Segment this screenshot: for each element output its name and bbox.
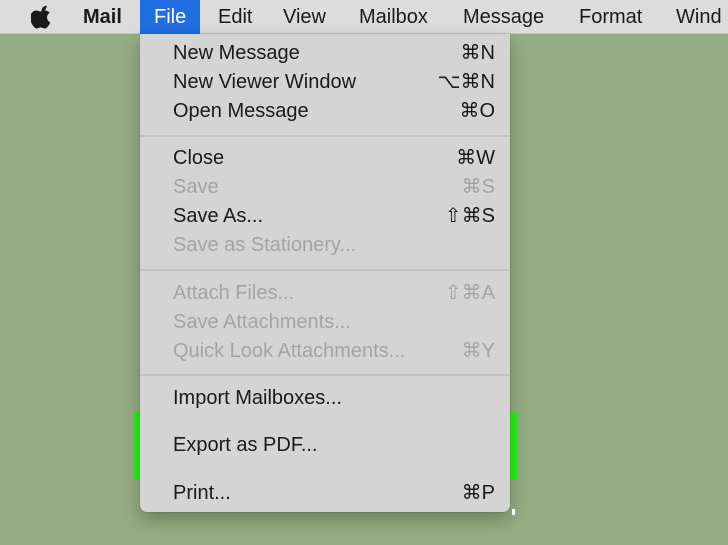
menu-format[interactable]: Format [579,0,642,34]
apple-logo-icon[interactable] [31,5,53,29]
screen: { "menubar": { "apple_icon": "apple-logo… [0,0,728,545]
menu-item-new-viewer-window[interactable]: New Viewer Window ⌥⌘N [140,68,510,97]
menu-message[interactable]: Message [463,0,544,34]
menu-mailbox[interactable]: Mailbox [359,0,428,34]
menu-window[interactable]: Wind [676,0,722,34]
menu-item-shortcut: ⇧⌘A [444,282,495,304]
menu-item-shortcut: ⌘P [461,482,495,504]
menu-item-label: Attach Files... [173,282,295,304]
menu-item-save-attachments: Save Attachments... [140,308,510,337]
menu-item-shortcut: ⌘N [460,42,495,64]
menu-item-attach-files: Attach Files... ⇧⌘A [140,279,510,308]
menu-item-new-message[interactable]: New Message ⌘N [140,39,510,68]
menu-separator [140,269,510,271]
menu-item-label: Save As... [173,205,264,227]
menu-item-shortcut: ⌘Y [461,340,495,362]
menu-bar: Mail File Edit View Mailbox Message Form… [0,0,728,34]
menu-item-label: Save [173,176,219,198]
menu-item-label: Import Mailboxes... [173,387,342,409]
menu-item-label: New Message [173,42,300,64]
menu-item-import-mailboxes[interactable]: Import Mailboxes... [140,384,510,413]
menu-item-close[interactable]: Close ⌘W [140,144,510,173]
menu-item-save: Save ⌘S [140,173,510,202]
menu-item-quick-look-attachments: Quick Look Attachments... ⌘Y [140,337,510,366]
menu-item-save-as[interactable]: Save As... ⇧⌘S [140,202,510,231]
menu-item-label: New Viewer Window [173,71,357,93]
background-mark [512,509,515,515]
menu-mail[interactable]: Mail [83,0,122,34]
menu-item-label: Close [173,147,225,169]
menu-item-shortcut: ⌘W [456,147,495,169]
menu-item-label: Open Message [173,100,309,122]
menu-item-label: Save as Stationery... [173,234,357,256]
menu-file[interactable]: File [140,0,201,34]
menu-item-label: Export as PDF... [173,434,318,456]
menu-item-save-as-stationery: Save as Stationery... [140,231,510,260]
menu-item-shortcut: ⌘S [461,176,495,198]
menu-item-export-as-pdf[interactable]: Export as PDF... [140,431,510,460]
menu-separator [140,374,510,376]
menu-item-label: Print... [173,482,231,504]
menu-item-label: Quick Look Attachments... [173,340,406,362]
menu-view[interactable]: View [283,0,326,34]
menu-separator [140,135,510,137]
menu-item-open-message[interactable]: Open Message ⌘O [140,97,510,126]
menu-item-shortcut: ⌥⌘N [437,71,496,93]
menu-item-print[interactable]: Print... ⌘P [140,479,510,508]
menu-item-shortcut: ⌘O [459,100,495,122]
menu-item-shortcut: ⇧⌘S [444,205,495,227]
menu-item-label: Save Attachments... [173,311,351,333]
menu-edit[interactable]: Edit [218,0,252,34]
